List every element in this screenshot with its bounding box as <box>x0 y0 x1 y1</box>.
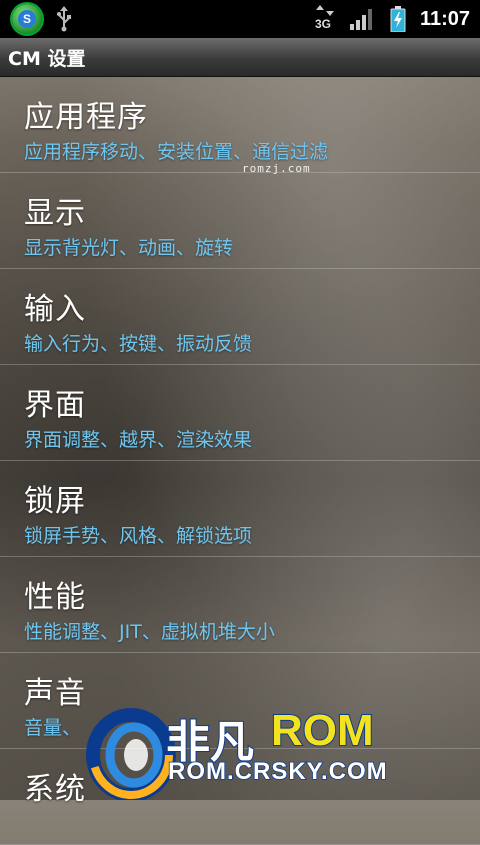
item-title: 声音 <box>24 676 86 711</box>
item-summary: 输入行为、按键、振动反馈 <box>24 333 253 355</box>
page-title: CM 设置 <box>8 47 86 70</box>
battery-charging-icon <box>390 6 406 32</box>
item-summary: 音量、 <box>24 717 82 739</box>
list-item-interface[interactable]: 界面 界面调整、越界、渲染效果 <box>0 365 480 461</box>
app-notification-icon: S <box>12 4 42 34</box>
item-title: 界面 <box>24 388 86 423</box>
item-title: 应用程序 <box>24 100 148 135</box>
item-summary: 性能调整、JIT、虚拟机堆大小 <box>24 621 275 643</box>
item-summary: 锁屏手势、风格、解锁选项 <box>24 525 253 547</box>
list-item-lockscreen[interactable]: 锁屏 锁屏手势、风格、解锁选项 <box>0 461 480 557</box>
logo-url-text: ROM.CRSKY.COM <box>167 757 388 786</box>
item-summary: 显示背光灯、动画、旋转 <box>24 237 234 259</box>
crsky-logo: 非凡 ROM ROM.CRSKY.COM <box>86 700 406 800</box>
list-item-input[interactable]: 输入 输入行为、按键、振动反馈 <box>0 269 480 365</box>
title-bar: CM 设置 <box>0 38 480 77</box>
list-item-performance[interactable]: 性能 性能调整、JIT、虚拟机堆大小 <box>0 557 480 653</box>
signal-strength-icon <box>349 9 372 30</box>
status-bar: S 3G 11:07 <box>0 0 480 38</box>
usb-icon <box>57 6 71 32</box>
item-title: 性能 <box>24 580 86 615</box>
item-title: 显示 <box>24 196 86 231</box>
watermark-text: romzj.com <box>242 162 311 175</box>
status-clock: 11:07 <box>419 7 470 30</box>
list-item-display[interactable]: 显示 显示背光灯、动画、旋转 <box>0 173 480 269</box>
item-title: 锁屏 <box>24 484 86 519</box>
list-item-applications[interactable]: 应用程序 应用程序移动、安装位置、通信过滤 <box>0 77 480 173</box>
item-title: 系统 <box>24 772 86 807</box>
item-summary: 应用程序移动、安装位置、通信过滤 <box>24 141 329 163</box>
data-network-icon: 3G <box>314 5 336 33</box>
logo-rom-text: ROM <box>270 705 375 756</box>
item-summary: 界面调整、越界、渲染效果 <box>24 429 253 451</box>
item-title: 输入 <box>24 292 86 327</box>
logo-swirl-icon <box>86 708 176 800</box>
network-type-label: 3G <box>314 17 331 31</box>
